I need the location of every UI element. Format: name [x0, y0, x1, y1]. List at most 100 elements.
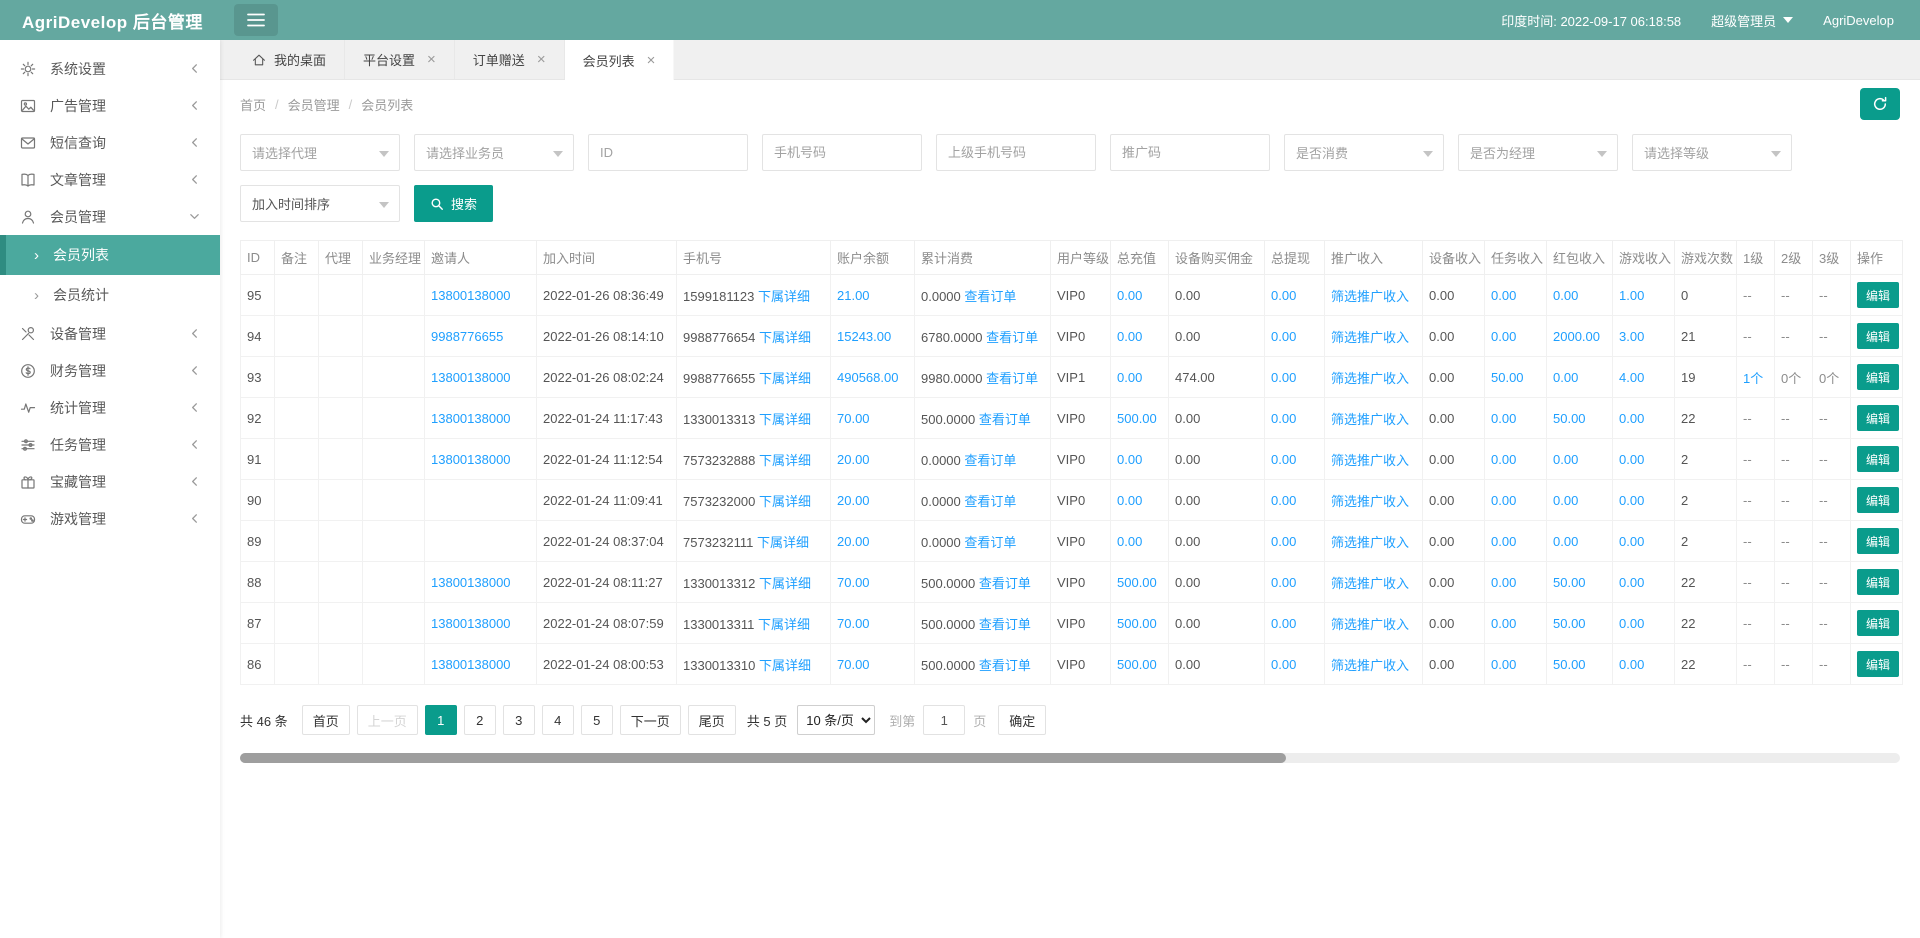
promo-income-link[interactable]: 筛选推广收入 — [1331, 494, 1409, 509]
cell-withdraw-link[interactable]: 0.00 — [1271, 616, 1296, 631]
cell-withdraw-link[interactable]: 0.00 — [1271, 452, 1296, 467]
sidebar-item-device-management[interactable]: 设备管理 — [0, 315, 220, 352]
scrollbar-thumb[interactable] — [240, 753, 1286, 763]
cell-redpacket_income-link[interactable]: 50.00 — [1553, 411, 1586, 426]
view-order-link[interactable]: 查看订单 — [979, 412, 1031, 427]
sub-detail-link[interactable]: 下属详细 — [759, 494, 811, 509]
cell-balance-link[interactable]: 490568.00 — [837, 370, 898, 385]
edit-button[interactable]: 编辑 — [1857, 446, 1899, 472]
edit-button[interactable]: 编辑 — [1857, 323, 1899, 349]
cell-withdraw-link[interactable]: 0.00 — [1271, 370, 1296, 385]
cell-balance-link[interactable]: 21.00 — [837, 288, 870, 303]
edit-button[interactable]: 编辑 — [1857, 487, 1899, 513]
edit-button[interactable]: 编辑 — [1857, 528, 1899, 554]
cell-recharge-link[interactable]: 500.00 — [1117, 411, 1157, 426]
promo-income-link[interactable]: 筛选推广收入 — [1331, 658, 1409, 673]
promo-income-link[interactable]: 筛选推广收入 — [1331, 412, 1409, 427]
id-input[interactable] — [588, 134, 748, 171]
promo-income-link[interactable]: 筛选推广收入 — [1331, 617, 1409, 632]
phone-input[interactable] — [762, 134, 922, 171]
cell-withdraw-link[interactable]: 0.00 — [1271, 493, 1296, 508]
view-order-link[interactable]: 查看订单 — [964, 494, 1016, 509]
cell-inviter-link[interactable]: 13800138000 — [431, 411, 511, 426]
cell-recharge-link[interactable]: 500.00 — [1117, 616, 1157, 631]
page-size-select[interactable]: 10 条/页 — [797, 705, 875, 735]
cell-recharge-link[interactable]: 0.00 — [1117, 370, 1142, 385]
promo-income-link[interactable]: 筛选推广收入 — [1331, 330, 1409, 345]
edit-button[interactable]: 编辑 — [1857, 569, 1899, 595]
level-select[interactable]: 请选择等级 — [1632, 134, 1792, 171]
cell-redpacket_income-link[interactable]: 0.00 — [1553, 370, 1578, 385]
sidebar-item-treasure-management[interactable]: 宝藏管理 — [0, 463, 220, 500]
sidebar-item-sms-query[interactable]: 短信查询 — [0, 124, 220, 161]
cell-game_income-link[interactable]: 0.00 — [1619, 452, 1644, 467]
cell-task_income-link[interactable]: 0.00 — [1491, 575, 1516, 590]
sub-detail-link[interactable]: 下属详细 — [759, 576, 811, 591]
cell-withdraw-link[interactable]: 0.00 — [1271, 575, 1296, 590]
sort-select[interactable]: 加入时间排序 — [240, 185, 400, 222]
cell-balance-link[interactable]: 70.00 — [837, 616, 870, 631]
refresh-button[interactable] — [1860, 88, 1900, 120]
cell-recharge-link[interactable]: 0.00 — [1117, 329, 1142, 344]
sidebar-item-system-settings[interactable]: 系统设置 — [0, 50, 220, 87]
last-page-button[interactable]: 尾页 — [688, 705, 736, 735]
cell-task_income-link[interactable]: 50.00 — [1491, 370, 1524, 385]
cell-inviter-link[interactable]: 13800138000 — [431, 452, 511, 467]
sub-detail-link[interactable]: 下属详细 — [759, 453, 811, 468]
sub-detail-link[interactable]: 下属详细 — [759, 412, 811, 427]
sub-detail-link[interactable]: 下属详细 — [759, 371, 811, 386]
cell-task_income-link[interactable]: 0.00 — [1491, 657, 1516, 672]
view-order-link[interactable]: 查看订单 — [986, 330, 1038, 345]
cell-recharge-link[interactable]: 0.00 — [1117, 534, 1142, 549]
promo-income-link[interactable]: 筛选推广收入 — [1331, 289, 1409, 304]
cell-redpacket_income-link[interactable]: 2000.00 — [1553, 329, 1600, 344]
page-button-5[interactable]: 5 — [581, 705, 613, 735]
cell-withdraw-link[interactable]: 0.00 — [1271, 657, 1296, 672]
cell-inviter-link[interactable]: 9988776655 — [431, 329, 503, 344]
promo-income-link[interactable]: 筛选推广收入 — [1331, 576, 1409, 591]
cell-balance-link[interactable]: 70.00 — [837, 411, 870, 426]
prev-page-button[interactable]: 上一页 — [357, 705, 418, 735]
cell-balance-link[interactable]: 20.00 — [837, 493, 870, 508]
close-icon[interactable]: × — [647, 53, 656, 68]
cell-redpacket_income-link[interactable]: 50.00 — [1553, 616, 1586, 631]
brand-name[interactable]: AgriDevelop — [1823, 13, 1894, 28]
search-button[interactable]: 搜索 — [414, 185, 493, 222]
cell-redpacket_income-link[interactable]: 0.00 — [1553, 493, 1578, 508]
cell-redpacket_income-link[interactable]: 0.00 — [1553, 534, 1578, 549]
sub-detail-link[interactable]: 下属详细 — [758, 289, 810, 304]
sidebar-item-task-management[interactable]: 任务管理 — [0, 426, 220, 463]
edit-button[interactable]: 编辑 — [1857, 651, 1899, 677]
edit-button[interactable]: 编辑 — [1857, 610, 1899, 636]
tab-platform-settings[interactable]: 平台设置× — [345, 40, 455, 79]
cell-game_income-link[interactable]: 0.00 — [1619, 616, 1644, 631]
view-order-link[interactable]: 查看订单 — [964, 535, 1016, 550]
sub-detail-link[interactable]: 下属详细 — [758, 617, 810, 632]
close-icon[interactable]: × — [427, 52, 436, 67]
cell-inviter-link[interactable]: 13800138000 — [431, 616, 511, 631]
sidebar-item-game-management[interactable]: 游戏管理 — [0, 500, 220, 537]
parent-phone-input[interactable] — [936, 134, 1096, 171]
cell-redpacket_income-link[interactable]: 0.00 — [1553, 288, 1578, 303]
cell-game_income-link[interactable]: 0.00 — [1619, 657, 1644, 672]
cell-balance-link[interactable]: 70.00 — [837, 575, 870, 590]
cell-inviter-link[interactable]: 13800138000 — [431, 575, 511, 590]
cell-balance-link[interactable]: 70.00 — [837, 657, 870, 672]
consume-select[interactable]: 是否消费 — [1284, 134, 1444, 171]
sub-detail-link[interactable]: 下属详细 — [759, 658, 811, 673]
cell-inviter-link[interactable]: 13800138000 — [431, 288, 511, 303]
edit-button[interactable]: 编辑 — [1857, 364, 1899, 390]
sub-detail-link[interactable]: 下属详细 — [757, 535, 809, 550]
cell-game_income-link[interactable]: 1.00 — [1619, 288, 1644, 303]
cell-balance-link[interactable]: 20.00 — [837, 534, 870, 549]
cell-task_income-link[interactable]: 0.00 — [1491, 329, 1516, 344]
cell-inviter-link[interactable]: 13800138000 — [431, 657, 511, 672]
cell-task_income-link[interactable]: 0.00 — [1491, 288, 1516, 303]
cell-balance-link[interactable]: 15243.00 — [837, 329, 891, 344]
cell-l1-link[interactable]: 1个 — [1743, 371, 1763, 386]
cell-redpacket_income-link[interactable]: 50.00 — [1553, 657, 1586, 672]
close-icon[interactable]: × — [537, 52, 546, 67]
cell-task_income-link[interactable]: 0.00 — [1491, 534, 1516, 549]
goto-page-input[interactable] — [923, 705, 965, 735]
cell-game_income-link[interactable]: 4.00 — [1619, 370, 1644, 385]
